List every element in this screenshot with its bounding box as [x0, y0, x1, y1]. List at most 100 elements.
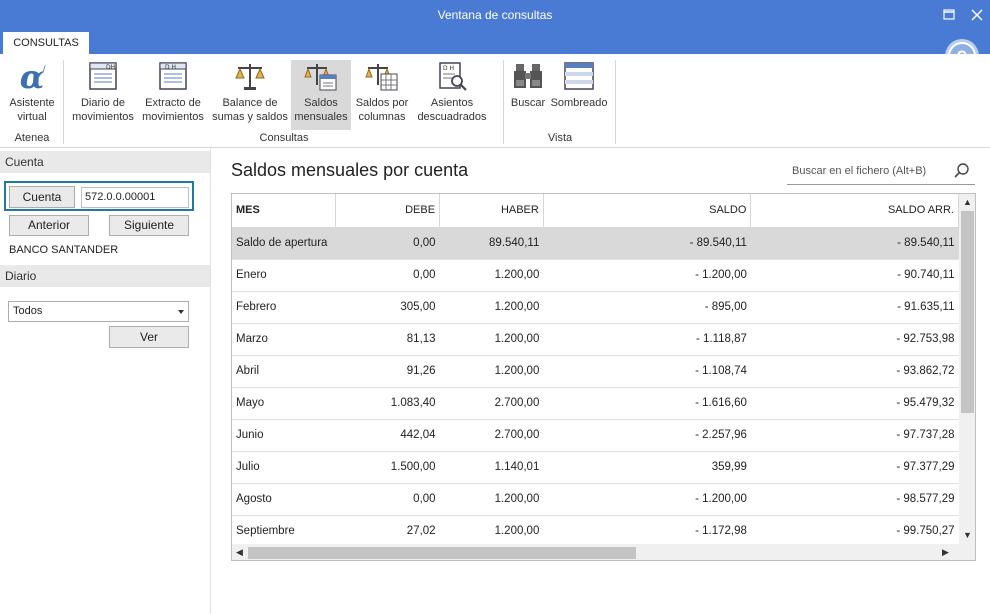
- table-cell: 442,04: [335, 419, 440, 452]
- search-placeholder: Buscar en el fichero (Alt+B): [792, 165, 927, 177]
- scroll-left-icon[interactable]: ◀: [236, 547, 243, 558]
- scrollbar-thumb[interactable]: [961, 211, 974, 413]
- table-cell: 359,99: [543, 451, 751, 484]
- table-cell: 305,00: [335, 291, 440, 324]
- table-cell: 1.083,40: [335, 387, 440, 420]
- cuenta-button[interactable]: Cuenta: [9, 186, 75, 208]
- siguiente-button[interactable]: Siguiente: [109, 215, 189, 236]
- diario-label-1: Diario de: [80, 97, 126, 109]
- svg-text:D H: D H: [165, 64, 176, 71]
- table-cell: - 1.200,00: [543, 259, 751, 292]
- table-cell: 1.140,01: [439, 451, 544, 484]
- diario-section-header: Diario: [0, 265, 210, 287]
- table-cell: Mayo: [232, 387, 336, 420]
- search-icon[interactable]: [953, 162, 971, 180]
- anterior-button[interactable]: Anterior: [9, 215, 89, 236]
- sombreado-button[interactable]: Sombreado: [549, 60, 609, 130]
- cuenta-section-header: Cuenta: [0, 151, 210, 173]
- filter-panel: Cuenta Cuenta 572.0.0.00001 Anterior Sig…: [0, 149, 211, 614]
- search-input[interactable]: Buscar en el fichero (Alt+B): [787, 159, 975, 185]
- ver-button[interactable]: Ver: [109, 326, 189, 348]
- table-cell: - 97.377,29: [750, 451, 959, 484]
- table-cell: 1.200,00: [439, 483, 544, 516]
- saldos-columnas-button[interactable]: Saldos por columnas: [352, 60, 412, 130]
- table-cell: - 895,00: [543, 291, 751, 324]
- table-cell: 0,00: [335, 227, 440, 260]
- close-button[interactable]: [966, 5, 988, 25]
- table-cell: 27,02: [335, 515, 440, 548]
- asistente-label-2: virtual: [17, 111, 47, 123]
- saldos-mensuales-label-1: Saldos: [304, 97, 338, 109]
- table-row[interactable]: Agosto 0,00 1.200,00- 1.200,00- 98.577,29: [232, 483, 959, 516]
- table-cell: 91,26: [335, 355, 440, 388]
- page-title: Saldos mensuales por cuenta: [231, 160, 469, 180]
- column-header-saldo-arr[interactable]: SALDO ARR.: [750, 194, 959, 228]
- table-cell: 1.200,00: [439, 515, 544, 548]
- asientos-label-2: descuadrados: [417, 111, 487, 123]
- table-cell: 1.200,00: [439, 291, 544, 324]
- maximize-button[interactable]: [938, 5, 960, 25]
- scrollbar-thumb[interactable]: [248, 547, 636, 559]
- horizontal-scrollbar[interactable]: ◀ ▶: [232, 544, 975, 560]
- table-cell: 0,00: [335, 259, 440, 292]
- balances-table: MES DEBE HABER SALDO SALDO ARR. Saldo de…: [232, 194, 959, 548]
- table-cell: Febrero: [232, 291, 336, 324]
- table-row[interactable]: Julio 1.500,00 1.140,01 359,99- 97.377,29: [232, 451, 959, 484]
- table-row[interactable]: Abril 91,26 1.200,00- 1.108,74- 93.862,72: [232, 355, 959, 388]
- table-cell: - 89.540,11: [543, 227, 751, 260]
- svg-text:/: /: [42, 65, 46, 75]
- table-cell: 1.200,00: [439, 355, 544, 388]
- saldos-mensuales-button[interactable]: Saldos mensuales: [291, 60, 351, 130]
- table-cell: - 95.479,32: [750, 387, 959, 420]
- diario-label-2: movimientos: [72, 111, 134, 123]
- scroll-down-icon[interactable]: ▼: [963, 530, 972, 540]
- extracto-label-2: movimientos: [142, 111, 204, 123]
- column-header-mes[interactable]: MES: [232, 194, 337, 228]
- table-cell: - 1.118,87: [543, 323, 751, 356]
- vertical-scrollbar[interactable]: ▲ ▼: [959, 194, 975, 544]
- column-header-debe[interactable]: DEBE: [335, 194, 441, 228]
- title-bar: Ventana de consultas: [0, 0, 990, 32]
- table-cell: - 93.862,72: [750, 355, 959, 388]
- diario-movimientos-button[interactable]: DH Diario de movimientos: [68, 60, 138, 130]
- table-cell: - 2.257,96: [543, 419, 751, 452]
- table-cell: Septiembre: [232, 515, 336, 548]
- extracto-movimientos-button[interactable]: D H Extracto de movimientos: [140, 60, 206, 130]
- asistente-virtual-button[interactable]: α / Asistente virtual: [4, 60, 60, 130]
- svg-text:α: α: [20, 60, 45, 92]
- table-cell: Marzo: [232, 323, 336, 356]
- cuenta-input[interactable]: 572.0.0.00001: [81, 187, 189, 208]
- scale-calendar-icon: [304, 64, 337, 91]
- sombreado-label: Sombreado: [550, 97, 608, 109]
- balance-sumas-saldos-button[interactable]: Balance de sumas y saldos: [210, 60, 290, 130]
- table-row[interactable]: Marzo 81,13 1.200,00- 1.118,87- 92.753,98: [232, 323, 959, 356]
- table-cell: 81,13: [335, 323, 440, 356]
- ledger-icon: D H: [159, 62, 187, 90]
- table-cell: - 97.737,28: [750, 419, 959, 452]
- table-cell: 1.500,00: [335, 451, 440, 484]
- table-row[interactable]: Mayo 1.083,40 2.700,00- 1.616,60- 95.479,3…: [232, 387, 959, 420]
- table-cell: Julio: [232, 451, 336, 484]
- close-icon: [971, 9, 983, 21]
- diario-select[interactable]: Todos: [8, 301, 189, 322]
- table-row[interactable]: Junio 442,04 2.700,00- 2.257,96- 97.737,28: [232, 419, 959, 452]
- svg-text:DH: DH: [106, 64, 115, 71]
- table-row[interactable]: Septiembre 27,02 1.200,00- 1.172,98- 99.75…: [232, 515, 959, 548]
- group-label-consultas: Consultas: [259, 132, 309, 144]
- scroll-right-icon[interactable]: ▶: [942, 547, 949, 558]
- tab-consultas[interactable]: CONSULTAS: [3, 32, 89, 54]
- asientos-descuadrados-button[interactable]: D H Asientos descuadrados: [414, 60, 490, 130]
- scroll-up-icon[interactable]: ▲: [963, 197, 972, 207]
- table-row[interactable]: Febrero 305,00 1.200,00- 895,00- 91.635,11: [232, 291, 959, 324]
- table-row[interactable]: Enero 0,00 1.200,00- 1.200,00- 90.740,11: [232, 259, 959, 292]
- column-header-saldo[interactable]: SALDO: [543, 194, 752, 228]
- table-row[interactable]: Saldo de apertura 0,00 89.540,11- 89.540,1…: [232, 227, 959, 260]
- column-header-haber[interactable]: HABER: [439, 194, 544, 228]
- shading-icon: [564, 62, 594, 90]
- binoculars-icon: [514, 64, 542, 88]
- table-cell: 1.200,00: [439, 323, 544, 356]
- table-cell: Agosto: [232, 483, 336, 516]
- table-header-row: MES DEBE HABER SALDO SALDO ARR.: [232, 194, 959, 228]
- table-cell: 89.540,11: [439, 227, 544, 260]
- buscar-button[interactable]: Buscar: [508, 60, 548, 130]
